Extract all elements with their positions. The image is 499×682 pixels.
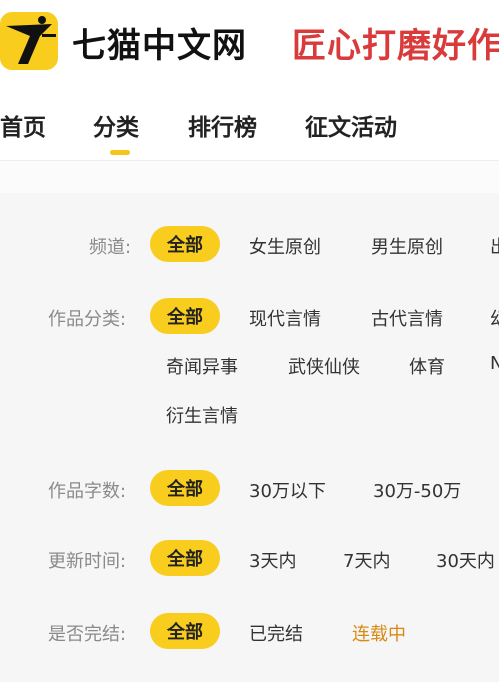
filter-panel: 频道: 全部 女生原创 男生原创 出 作品分类: 全部 现代言情 古代言情 幻 … bbox=[0, 193, 499, 682]
tab-contest[interactable]: 征文活动 bbox=[305, 108, 397, 142]
brand-name[interactable]: 七猫中文网 bbox=[72, 18, 247, 67]
filter-label-channel: 频道: bbox=[89, 237, 132, 258]
filter-option[interactable]: 出 bbox=[490, 233, 499, 259]
filter-option[interactable]: 古代言情 bbox=[371, 305, 443, 331]
filter-status-all[interactable]: 全部 bbox=[150, 613, 220, 649]
filter-option[interactable]: 衍生言情 bbox=[166, 402, 238, 428]
filter-option[interactable]: 女生原创 bbox=[249, 233, 321, 259]
filter-option[interactable]: 现代言情 bbox=[249, 305, 321, 331]
filter-option[interactable]: 奇闻异事 bbox=[166, 353, 238, 379]
filter-label-category: 作品分类: bbox=[48, 309, 127, 330]
filter-label-status: 是否完结: bbox=[48, 624, 127, 645]
filter-label-word-count: 作品字数: bbox=[48, 481, 127, 502]
filter-option[interactable]: 幻 bbox=[490, 305, 499, 331]
filter-word-count-all[interactable]: 全部 bbox=[150, 470, 220, 506]
slogan: 匠心打磨好作 bbox=[292, 26, 499, 66]
filter-option[interactable]: 体育 bbox=[409, 353, 445, 379]
filter-category-all[interactable]: 全部 bbox=[150, 298, 220, 334]
filter-update-time-all[interactable]: 全部 bbox=[150, 540, 220, 576]
tab-category[interactable]: 分类 bbox=[93, 108, 139, 142]
filter-option[interactable]: N bbox=[490, 353, 499, 374]
main-nav: 首页 分类 排行榜 征文活动 bbox=[0, 88, 499, 161]
filter-option[interactable]: 男生原创 bbox=[371, 233, 443, 259]
filter-label-update-time: 更新时间: bbox=[48, 551, 127, 572]
filter-option[interactable]: 30天内 bbox=[436, 547, 495, 573]
filter-option-ongoing[interactable]: 连载中 bbox=[352, 620, 406, 646]
filter-option[interactable]: 3天内 bbox=[249, 547, 296, 573]
filter-option[interactable]: 30万-50万 bbox=[373, 477, 461, 503]
active-tab-indicator bbox=[110, 150, 130, 155]
tab-ranking[interactable]: 排行榜 bbox=[188, 108, 257, 142]
filter-channel-all[interactable]: 全部 bbox=[150, 226, 220, 262]
filter-option[interactable]: 已完结 bbox=[249, 620, 303, 646]
tab-home[interactable]: 首页 bbox=[0, 108, 46, 142]
seven-cats-logo[interactable] bbox=[0, 6, 60, 72]
section-gap bbox=[0, 161, 499, 193]
filter-option[interactable]: 7天内 bbox=[343, 547, 390, 573]
site-header: 七猫中文网 匠心打磨好作 bbox=[0, 0, 499, 88]
filter-option[interactable]: 30万以下 bbox=[249, 477, 326, 503]
filter-option[interactable]: 武侠仙侠 bbox=[288, 353, 360, 379]
